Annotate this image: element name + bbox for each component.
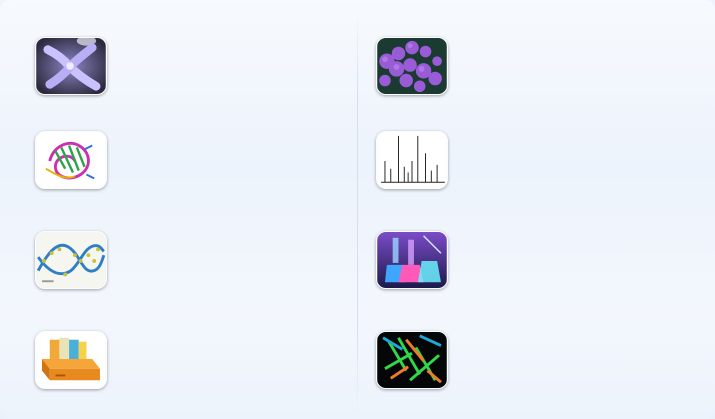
lab-flask-tile[interactable] [376, 231, 448, 289]
dna-helix-tile[interactable] [35, 231, 107, 289]
bacteria-icon [377, 38, 447, 94]
spectrum-chart-icon [377, 132, 447, 188]
column-divider [357, 12, 358, 412]
spectrum-chart-tile[interactable] [376, 131, 448, 189]
protein-structure-icon [36, 132, 106, 188]
chromosome-tile[interactable] [35, 37, 107, 95]
file-box-tile[interactable] [35, 331, 107, 389]
file-box-icon [36, 332, 106, 388]
chromosome-icon [36, 38, 106, 94]
crystal-structure-icon [377, 332, 447, 388]
protein-structure-tile[interactable] [35, 131, 107, 189]
crystal-structure-tile[interactable] [376, 331, 448, 389]
category-panel [0, 0, 715, 419]
bacteria-tile[interactable] [376, 37, 448, 95]
dna-helix-icon [36, 232, 106, 288]
lab-flask-icon [377, 232, 447, 288]
